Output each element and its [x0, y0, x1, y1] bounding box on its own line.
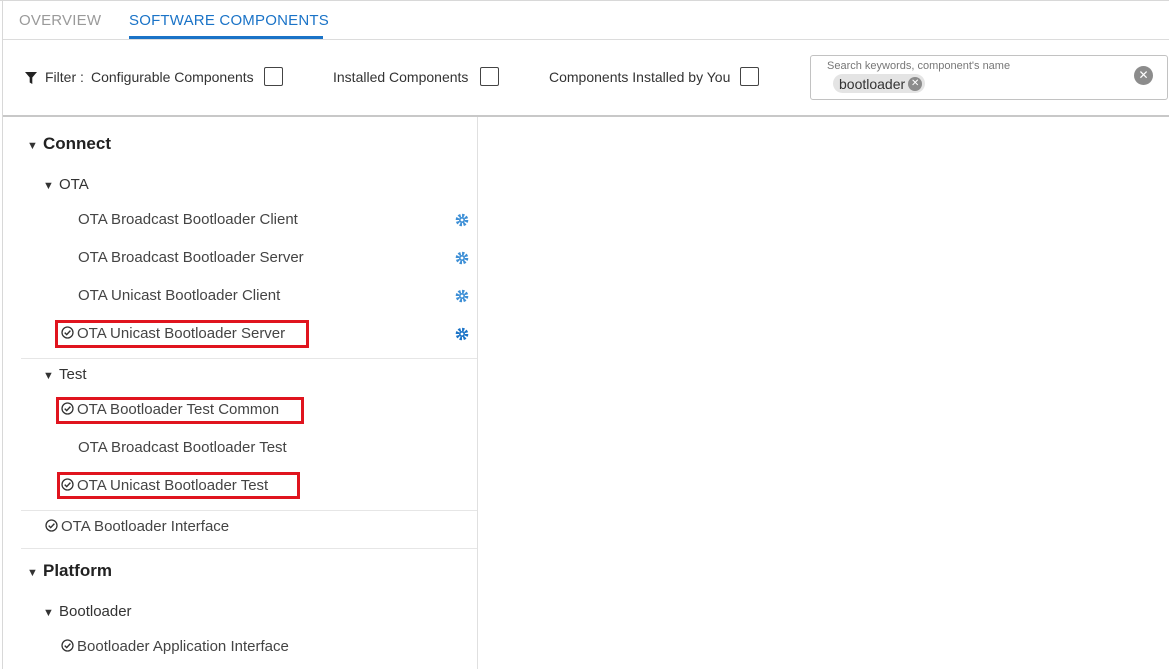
component-label: OTA Broadcast Bootloader Test [78, 439, 287, 456]
divider [21, 358, 477, 359]
gear-icon[interactable] [455, 213, 469, 227]
component-label: OTA Bootloader Test Common [77, 401, 280, 418]
list-item[interactable]: OTA Bootloader Test Common [61, 401, 279, 418]
list-item[interactable]: OTA Broadcast Bootloader Server [78, 249, 304, 266]
group-label: Connect [43, 134, 111, 153]
configurable-components-checkbox[interactable] [264, 67, 283, 86]
gear-icon[interactable] [455, 251, 469, 265]
component-label: OTA Broadcast Bootloader Server [78, 249, 304, 266]
component-label: OTA Bootloader Interface [61, 518, 230, 535]
gear-icon[interactable] [455, 327, 469, 341]
funnel-icon [25, 72, 37, 84]
check-circle-icon [61, 402, 74, 415]
list-item[interactable]: OTA Unicast Bootloader Client [78, 287, 280, 304]
category-label: Test [59, 366, 87, 383]
tree-group-platform[interactable]: ▼ Platform [27, 561, 112, 581]
divider [21, 548, 477, 549]
tree-group-connect[interactable]: ▼ Connect [27, 134, 111, 154]
close-circle-icon[interactable]: ✕ [1134, 66, 1153, 85]
component-label: OTA Broadcast Bootloader Client [78, 211, 298, 228]
check-circle-icon [61, 639, 74, 652]
component-label: OTA Unicast Bootloader Test [77, 477, 269, 494]
filter-installed-label: Installed Components [333, 69, 469, 85]
component-label: OTA Unicast Bootloader Server [77, 325, 286, 342]
category-label: OTA [59, 176, 89, 193]
tree-category-bootloader[interactable]: ▼ Bootloader [43, 603, 132, 620]
list-item[interactable]: OTA Bootloader Interface [45, 518, 229, 535]
active-tab-indicator [129, 36, 323, 39]
filter-installed-by-you-label: Components Installed by You [549, 69, 731, 85]
search-placeholder: Search keywords, component's name [827, 60, 1011, 72]
caret-down-icon: ▼ [43, 607, 54, 619]
list-item[interactable]: OTA Unicast Bootloader Server [61, 325, 285, 342]
list-item[interactable]: OTA Unicast Bootloader Test [61, 477, 268, 494]
list-item[interactable]: OTA Broadcast Bootloader Client [78, 211, 298, 228]
component-tree: ▼ Connect ▼ OTA OTA Broadcast Bootloader C… [3, 117, 478, 669]
caret-down-icon: ▼ [27, 140, 38, 152]
search-chip-label: bootloader [839, 75, 906, 92]
filter-configurable-label: Configurable Components [91, 69, 254, 85]
list-item[interactable]: OTA Broadcast Bootloader Test [78, 439, 287, 456]
check-circle-icon [45, 519, 58, 532]
tree-category-ota[interactable]: ▼ OTA [43, 176, 89, 193]
search-chip: bootloader ✕ [833, 74, 926, 93]
installed-by-you-checkbox[interactable] [740, 67, 759, 86]
caret-down-icon: ▼ [27, 567, 38, 579]
search-input[interactable]: Search keywords, component's name bootlo… [810, 55, 1168, 100]
tab-software-components[interactable]: SOFTWARE COMPONENTS [129, 12, 329, 29]
tab-bar: OVERVIEW SOFTWARE COMPONENTS [3, 1, 1169, 40]
caret-down-icon: ▼ [43, 370, 54, 382]
tab-overview[interactable]: OVERVIEW [19, 12, 101, 29]
filter-label: Filter : [45, 69, 84, 85]
installed-components-checkbox[interactable] [480, 67, 499, 86]
gear-icon[interactable] [455, 289, 469, 303]
check-circle-icon [61, 326, 74, 339]
filter-bar: Filter : Configurable Components Install… [3, 40, 1169, 117]
divider [21, 510, 477, 511]
component-label: OTA Unicast Bootloader Client [78, 287, 281, 304]
caret-down-icon: ▼ [43, 180, 54, 192]
check-circle-icon [61, 478, 74, 491]
group-label: Platform [43, 561, 112, 580]
tree-category-test[interactable]: ▼ Test [43, 366, 87, 383]
component-label: Bootloader Application Interface [77, 638, 289, 655]
chip-remove-icon[interactable]: ✕ [908, 76, 923, 91]
list-item[interactable]: Bootloader Application Interface [61, 638, 289, 655]
category-label: Bootloader [59, 603, 132, 620]
